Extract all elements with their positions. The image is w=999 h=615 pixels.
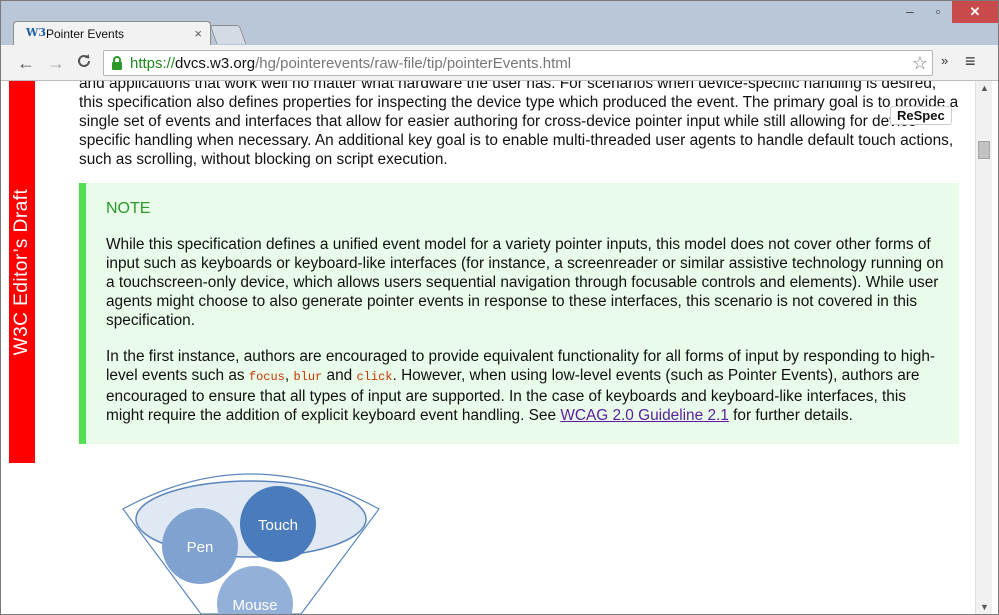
url-host: dvcs.w3.org <box>175 55 256 72</box>
w3c-status-banner[interactable]: W3C Editor’s Draft <box>9 81 35 463</box>
minimize-button[interactable]: – <box>896 1 924 23</box>
tab-close-icon[interactable]: × <box>194 26 202 41</box>
scrollbar-thumb[interactable] <box>978 141 990 159</box>
respec-button[interactable]: ReSpec <box>890 106 952 125</box>
vertical-scrollbar[interactable]: ▲ ▼ <box>975 81 992 614</box>
new-tab-button[interactable] <box>209 25 247 44</box>
note-text: for further details. <box>728 407 853 424</box>
scroll-down-arrow-icon[interactable]: ▼ <box>980 602 989 612</box>
lock-icon <box>112 56 122 70</box>
code-blur: blur <box>293 370 323 384</box>
note-title: NOTE <box>106 200 151 217</box>
w3c-favicon-icon: W3 <box>26 26 47 39</box>
chrome-menu-icon[interactable]: ≡ <box>965 51 976 72</box>
intro-paragraph: and applications that work well no matte… <box>79 81 959 168</box>
note-box: NOTE While this specification defines a … <box>79 183 959 444</box>
scroll-up-arrow-icon[interactable]: ▲ <box>980 83 989 93</box>
reload-icon <box>78 54 90 67</box>
url-text: https://dvcs.w3.org/hg/pointerevents/raw… <box>130 55 571 72</box>
back-button[interactable]: ← <box>15 52 37 74</box>
tab-title: Pointer Events <box>46 27 125 41</box>
tab-pointer-events[interactable]: W3 Pointer Events × <box>13 21 211 45</box>
url-path: /hg/pointerevents/raw-file/tip/pointerEv… <box>255 55 572 72</box>
page-viewport: W3C Editor’s Draft and applications that… <box>1 81 998 614</box>
code-focus: focus <box>248 370 285 384</box>
maximize-button[interactable]: ▫ <box>924 1 952 23</box>
diagram-label-touch: Touch <box>258 517 298 534</box>
bookmark-star-icon[interactable]: ☆ <box>912 53 928 74</box>
reload-button[interactable] <box>73 52 95 74</box>
side-banner-text: W3C Editor’s Draft <box>11 188 32 356</box>
diagram-label-mouse: Mouse <box>232 597 277 614</box>
note-paragraph-1: While this specification defines a unifi… <box>106 236 944 329</box>
code-click: click <box>356 370 393 384</box>
browser-window: W3 Pointer Events × – ▫ ✕ ← → https://dv… <box>0 0 999 615</box>
title-bar: W3 Pointer Events × – ▫ ✕ <box>1 1 998 45</box>
close-window-button[interactable]: ✕ <box>952 1 998 23</box>
input-funnel-diagram: Pen Touch Mouse <box>122 473 380 614</box>
address-bar[interactable]: https://dvcs.w3.org/hg/pointerevents/raw… <box>103 50 933 76</box>
note-paragraph-2: In the first instance, authors are encou… <box>106 347 946 425</box>
extensions-overflow-button[interactable]: » <box>941 53 948 68</box>
forward-button[interactable]: → <box>45 52 67 74</box>
note-text: and <box>322 367 357 384</box>
wcag-guideline-link[interactable]: WCAG 2.0 Guideline 2.1 <box>560 407 729 424</box>
url-scheme: https:// <box>130 55 176 72</box>
diagram-label-pen: Pen <box>187 539 214 556</box>
browser-toolbar: ← → https://dvcs.w3.org/hg/pointerevents… <box>1 45 998 81</box>
